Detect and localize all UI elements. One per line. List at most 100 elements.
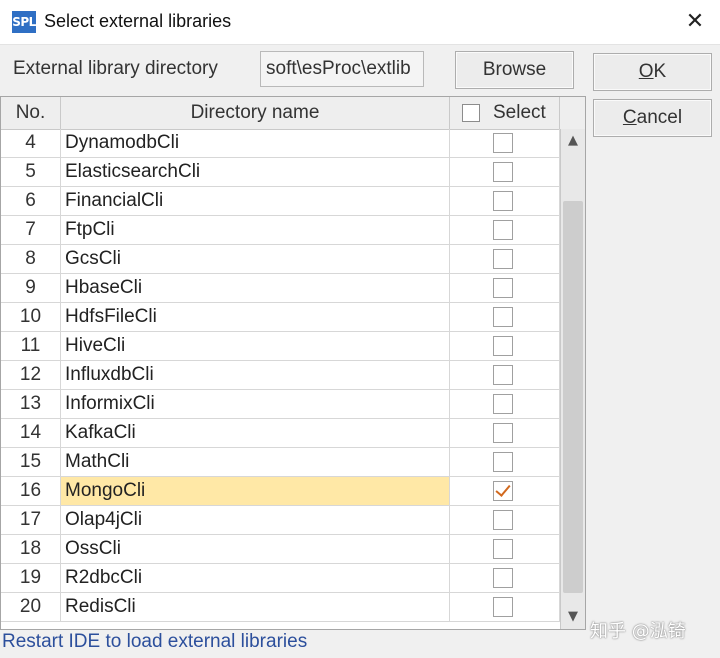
row-directory-name[interactable]: RedisCli: [61, 593, 450, 621]
row-directory-name[interactable]: ElasticsearchCli: [61, 158, 450, 186]
watermark: 知乎 @泓锜: [590, 621, 686, 642]
row-select-cell: [450, 448, 560, 476]
row-select-checkbox[interactable]: [493, 191, 513, 211]
row-number: 10: [1, 303, 61, 331]
row-number: 16: [1, 477, 61, 505]
row-number: 6: [1, 187, 61, 215]
row-select-cell: [450, 361, 560, 389]
row-select-cell: [450, 332, 560, 360]
row-directory-name[interactable]: HiveCli: [61, 332, 450, 360]
row-directory-name[interactable]: OssCli: [61, 535, 450, 563]
header-no[interactable]: No.: [1, 97, 61, 129]
row-number: 7: [1, 216, 61, 244]
row-number: 20: [1, 593, 61, 621]
table-row[interactable]: 16 MongoCli: [1, 477, 561, 506]
table-row[interactable]: 8 GcsCli: [1, 245, 561, 274]
row-select-checkbox[interactable]: [493, 452, 513, 472]
table-row[interactable]: 5 ElasticsearchCli: [1, 158, 561, 187]
row-select-cell: [450, 158, 560, 186]
row-select-checkbox[interactable]: [493, 278, 513, 298]
row-directory-name[interactable]: R2dbcCli: [61, 564, 450, 592]
close-icon[interactable]: ✕: [680, 8, 710, 36]
row-select-cell: [450, 245, 560, 273]
row-select-cell: [450, 564, 560, 592]
header-directory-name[interactable]: Directory name: [61, 97, 450, 129]
table-row[interactable]: 20 RedisCli: [1, 593, 561, 622]
row-select-checkbox[interactable]: [493, 539, 513, 559]
table-row[interactable]: 10 HdfsFileCli: [1, 303, 561, 332]
row-select-checkbox[interactable]: [493, 394, 513, 414]
header-select[interactable]: Select: [450, 97, 560, 129]
row-select-checkbox[interactable]: [493, 365, 513, 385]
row-directory-name[interactable]: InformixCli: [61, 390, 450, 418]
row-select-cell: [450, 187, 560, 215]
row-directory-name[interactable]: Olap4jCli: [61, 506, 450, 534]
row-select-checkbox[interactable]: [493, 133, 513, 153]
row-directory-name[interactable]: HbaseCli: [61, 274, 450, 302]
row-select-cell: [450, 477, 560, 505]
row-directory-name[interactable]: DynamodbCli: [61, 129, 450, 157]
table-row[interactable]: 7 FtpCli: [1, 216, 561, 245]
table-row[interactable]: 19 R2dbcCli: [1, 564, 561, 593]
row-select-cell: [450, 216, 560, 244]
table-row[interactable]: 4 DynamodbCli: [1, 129, 561, 158]
row-select-checkbox[interactable]: [493, 336, 513, 356]
ok-button[interactable]: OK: [593, 53, 712, 91]
vertical-scrollbar[interactable]: ▲ ▼: [560, 129, 585, 629]
row-directory-name[interactable]: FinancialCli: [61, 187, 450, 215]
row-select-checkbox[interactable]: [493, 307, 513, 327]
row-select-checkbox[interactable]: [493, 162, 513, 182]
row-select-cell: [450, 303, 560, 331]
header-select-label: Select: [493, 102, 546, 123]
row-select-checkbox[interactable]: [493, 568, 513, 588]
row-select-checkbox[interactable]: [493, 510, 513, 530]
table-body: 4 DynamodbCli 5 ElasticsearchCli 6 FinancialC…: [1, 129, 561, 622]
table-row[interactable]: 9 HbaseCli: [1, 274, 561, 303]
row-select-cell: [450, 535, 560, 563]
row-number: 12: [1, 361, 61, 389]
row-select-checkbox[interactable]: [493, 597, 513, 617]
row-number: 18: [1, 535, 61, 563]
table-row[interactable]: 14 KafkaCli: [1, 419, 561, 448]
row-directory-name[interactable]: HdfsFileCli: [61, 303, 450, 331]
table-row[interactable]: 18 OssCli: [1, 535, 561, 564]
row-select-checkbox[interactable]: [493, 423, 513, 443]
browse-button[interactable]: Browse: [455, 51, 574, 89]
title-bar: SPL Select external libraries ✕: [0, 0, 720, 45]
row-number: 15: [1, 448, 61, 476]
table-row[interactable]: 15 MathCli: [1, 448, 561, 477]
row-directory-name[interactable]: MongoCli: [61, 477, 450, 505]
row-select-cell: [450, 274, 560, 302]
table-row[interactable]: 12 InfluxdbCli: [1, 361, 561, 390]
row-number: 11: [1, 332, 61, 360]
row-number: 8: [1, 245, 61, 273]
row-number: 19: [1, 564, 61, 592]
directory-field[interactable]: soft\esProc\extlib: [260, 51, 424, 87]
row-select-cell: [450, 506, 560, 534]
table-row[interactable]: 17 Olap4jCli: [1, 506, 561, 535]
row-select-checkbox[interactable]: [493, 481, 513, 501]
status-message: Restart IDE to load external libraries: [2, 631, 308, 652]
row-directory-name[interactable]: InfluxdbCli: [61, 361, 450, 389]
row-select-cell: [450, 129, 560, 157]
table-row[interactable]: 11 HiveCli: [1, 332, 561, 361]
row-directory-name[interactable]: GcsCli: [61, 245, 450, 273]
row-select-checkbox[interactable]: [493, 249, 513, 269]
row-select-cell: [450, 390, 560, 418]
row-number: 14: [1, 419, 61, 447]
library-table: No. Directory name Select 4 DynamodbCli 5 E…: [0, 96, 586, 630]
row-number: 9: [1, 274, 61, 302]
window-title: Select external libraries: [44, 11, 232, 31]
row-directory-name[interactable]: KafkaCli: [61, 419, 450, 447]
select-all-checkbox[interactable]: [462, 104, 480, 122]
scroll-thumb[interactable]: [563, 201, 583, 593]
row-number: 5: [1, 158, 61, 186]
table-row[interactable]: 13 InformixCli: [1, 390, 561, 419]
scroll-down-icon[interactable]: ▼: [561, 605, 585, 629]
cancel-button[interactable]: Cancel: [593, 99, 712, 137]
row-select-checkbox[interactable]: [493, 220, 513, 240]
row-directory-name[interactable]: MathCli: [61, 448, 450, 476]
scroll-up-icon[interactable]: ▲: [561, 129, 585, 153]
table-row[interactable]: 6 FinancialCli: [1, 187, 561, 216]
row-directory-name[interactable]: FtpCli: [61, 216, 450, 244]
